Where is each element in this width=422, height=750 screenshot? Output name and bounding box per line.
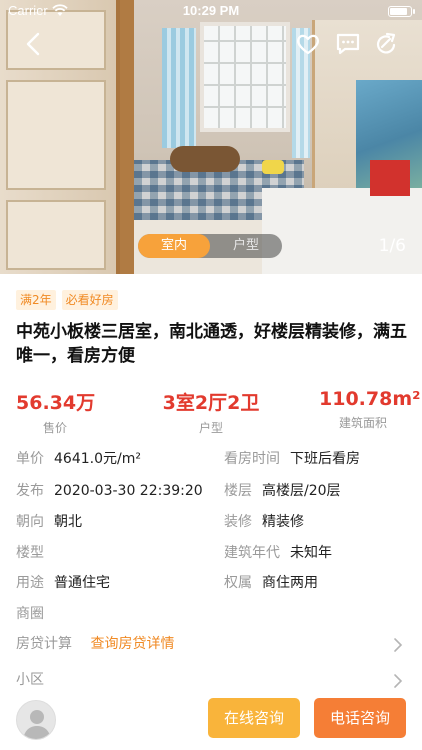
tab-interior[interactable]: 室内 — [138, 234, 210, 258]
status-bar: Carrier 10:29 PM — [0, 0, 422, 22]
attr-building-type: 楼型 — [16, 545, 44, 561]
back-button[interactable] — [20, 30, 48, 58]
share-button[interactable] — [372, 30, 400, 58]
attr-ownership: 权属 商住两用 — [224, 575, 318, 591]
attr-decoration: 装修 精装修 — [224, 514, 304, 530]
chat-bubble-icon — [336, 33, 360, 55]
listing-tags: 满2年 必看好房 — [16, 290, 118, 310]
price-label: 售价 — [42, 421, 67, 435]
photo-wardrobe — [0, 0, 120, 274]
battery-icon — [388, 6, 412, 17]
attr-usage: 用途 普通住宅 — [16, 575, 110, 591]
clock: 10:29 PM — [182, 3, 240, 18]
key-stats: 56.34万 售价 3室2厅2卫 户型 110.78m² 建筑面积 — [0, 388, 422, 436]
favorite-button[interactable] — [294, 30, 322, 58]
mortgage-row[interactable]: 房贷计算 查询房贷详情 — [16, 633, 408, 657]
photo-counter: 1/6 — [378, 236, 406, 256]
layout-label: 户型 — [198, 421, 223, 435]
tag-badge: 必看好房 — [61, 290, 118, 310]
photo-tab-switcher: 室内 户型 — [138, 234, 282, 258]
area-label: 建筑面积 — [338, 416, 387, 430]
message-button[interactable] — [334, 30, 362, 58]
tag-badge: 满2年 — [16, 290, 56, 310]
chevron-left-icon — [26, 32, 40, 56]
share-icon — [376, 32, 396, 54]
attr-floor: 楼层 高楼层/20层 — [224, 483, 341, 499]
mortgage-label: 房贷计算 — [16, 636, 72, 652]
attribute-row: 用途 普通住宅 权属 商住两用 — [16, 572, 408, 596]
attr-publish-date: 发布 2020-03-30 22:39:20 — [16, 483, 203, 499]
photo-window — [200, 22, 290, 132]
tab-floorplan[interactable]: 户型 — [210, 234, 282, 258]
chevron-right-icon — [394, 638, 403, 652]
attr-viewing-time: 看房时间 下班后看房 — [224, 451, 360, 467]
attr-build-year: 建筑年代 未知年 — [224, 545, 332, 561]
listing-title: 中苑小板楼三居室，南北通透，好楼层精装修，满五唯一，看房方便 — [16, 322, 407, 366]
person-icon — [23, 710, 51, 739]
stat-price: 56.34万 售价 — [16, 388, 96, 436]
heart-icon — [297, 34, 319, 55]
attr-business-district: 商圈 — [16, 606, 44, 622]
community-label: 小区 — [16, 672, 44, 688]
stat-layout: 3室2厅2卫 户型 — [161, 388, 261, 436]
mortgage-link[interactable]: 查询房贷详情 — [90, 636, 174, 652]
stat-area: 110.78m² 建筑面积 — [319, 388, 421, 431]
community-row[interactable]: 小区 — [16, 669, 408, 693]
attribute-row: 商圈 — [16, 603, 408, 627]
agent-avatar[interactable] — [16, 700, 56, 740]
attribute-row: 发布 2020-03-30 22:39:20 楼层 高楼层/20层 — [16, 480, 408, 504]
attribute-row: 单价 4641.0元/m² 看房时间 下班后看房 — [16, 448, 408, 472]
price-value: 56.34万 — [16, 392, 96, 414]
online-consult-button[interactable]: 在线咨询 — [208, 698, 300, 738]
attribute-row: 朝向 朝北 装修 精装修 — [16, 511, 408, 535]
attr-orientation: 朝向 朝北 — [16, 514, 82, 530]
attribute-row: 楼型 建筑年代 未知年 — [16, 542, 408, 566]
layout-value: 3室2厅2卫 — [162, 392, 260, 414]
chevron-right-icon — [394, 674, 403, 688]
phone-consult-button[interactable]: 电话咨询 — [314, 698, 406, 738]
attr-unit-price: 单价 4641.0元/m² — [16, 451, 141, 467]
area-value: 110.78m² — [319, 388, 421, 410]
